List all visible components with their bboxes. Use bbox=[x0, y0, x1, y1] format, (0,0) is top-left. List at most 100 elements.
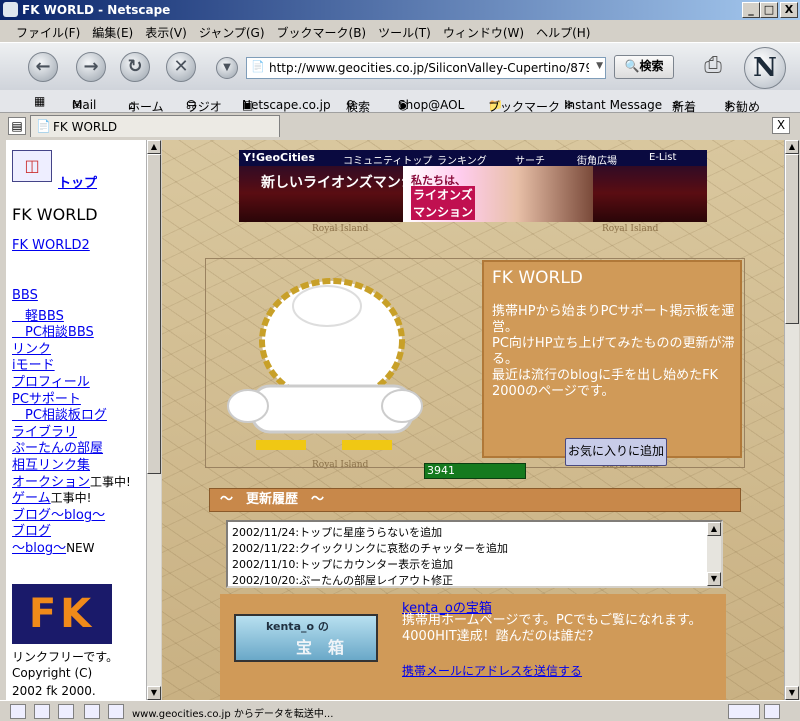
menu-view[interactable]: 表示(V) bbox=[139, 20, 193, 41]
scroll-down-arrow[interactable]: ▼ bbox=[147, 686, 161, 700]
url-dropdown-icon[interactable]: ▼ bbox=[596, 61, 603, 71]
close-tab-button[interactable]: X bbox=[772, 117, 790, 134]
menu-go[interactable]: ジャンプ(G) bbox=[193, 20, 271, 41]
banner-nav-search[interactable]: サーチ bbox=[515, 152, 545, 167]
menu-bar: ファイル(F) 編集(E) 表示(V) ジャンプ(G) ブックマーク(B) ツール(T) ウ… bbox=[0, 20, 800, 42]
banner-nav-community[interactable]: コミュニティトップ bbox=[343, 152, 432, 167]
home-tab-icon[interactable]: ▦ bbox=[34, 94, 45, 108]
banner-nav-plaza[interactable]: 街角広場 bbox=[577, 152, 617, 167]
composer-status-icon[interactable] bbox=[58, 704, 74, 719]
history-entry: 2002/10/20:ぷーたんの部屋レイアウト修正 bbox=[232, 574, 454, 587]
sidebar-top-link[interactable]: トップ bbox=[58, 172, 97, 191]
bookmark-label: Netscape.co.jp bbox=[242, 98, 331, 112]
menu-window[interactable]: ウィンドウ(W) bbox=[437, 20, 530, 41]
kenta-banner-line2: 宝 箱 bbox=[296, 638, 345, 657]
address-book-icon[interactable] bbox=[84, 704, 100, 719]
scroll-down-arrow[interactable]: ▼ bbox=[785, 686, 799, 700]
maximize-button[interactable]: □ bbox=[760, 2, 778, 18]
back-button[interactable]: ← bbox=[28, 52, 58, 82]
kenta-banner[interactable]: kenta_o の 宝 箱 bbox=[234, 614, 378, 662]
sidebar-item-status: NEW bbox=[66, 541, 95, 555]
copyright-year: 2002 fk 2000. bbox=[12, 684, 96, 698]
history-entry: 2002/11/10:トップにカウンター表示を追加 bbox=[232, 558, 454, 571]
forward-button[interactable]: → bbox=[76, 52, 106, 82]
main-content-frame: Royal Island Royal Island Royal Island R… bbox=[162, 140, 784, 700]
history-list[interactable]: 2002/11/24:トップに星座うらないを追加 2002/11/22:クイック… bbox=[226, 520, 723, 588]
page-icon: 📄 bbox=[36, 119, 51, 133]
banner-nav-elist[interactable]: E-List bbox=[649, 152, 676, 163]
menu-file[interactable]: ファイル(F) bbox=[10, 20, 86, 41]
banner-ad-image[interactable]: 私たちは、 ライオンズ マンション bbox=[403, 166, 593, 222]
magnifier-icon: 🔍 bbox=[624, 59, 640, 73]
map-watermark: Royal Island bbox=[602, 224, 659, 234]
sidebar-scrollbar[interactable]: ▲ ▼ bbox=[146, 140, 161, 700]
history-heading-bar: ～ 更新履歴 ～ bbox=[209, 488, 741, 512]
history-heading: ～ 更新履歴 ～ bbox=[220, 492, 325, 507]
computer-icon[interactable]: ◫ bbox=[12, 150, 52, 182]
scroll-up-arrow[interactable]: ▲ bbox=[707, 522, 721, 536]
netscape-logo[interactable]: N bbox=[744, 47, 786, 89]
tab-label: FK WORLD bbox=[53, 120, 118, 134]
scroll-up-arrow[interactable]: ▲ bbox=[147, 140, 161, 154]
back-arrow-icon: ← bbox=[35, 56, 51, 77]
sidebar-item-status: 工事中! bbox=[90, 474, 131, 489]
scroll-down-arrow[interactable]: ▼ bbox=[707, 572, 721, 586]
sidebar-item-link[interactable]: BBS bbox=[12, 288, 38, 303]
chevron-down-icon: ▼ bbox=[223, 62, 231, 73]
stop-button[interactable]: ✕ bbox=[166, 52, 196, 82]
url-bar[interactable]: 📄 ▼ bbox=[246, 57, 606, 79]
search-button[interactable]: 🔍検索 bbox=[614, 55, 674, 79]
lock-icon bbox=[764, 704, 780, 719]
intro-box: FK WORLD 携帯HPから始まりPCサポート掲示板を運営。 PC向けHP立ち… bbox=[482, 260, 742, 466]
personal-toolbar: ▦ ✉ Mail ⌂ ホーム ☊ ラジオ ▣ Netscape.co.jp ⚲ … bbox=[0, 90, 800, 114]
navigation-toolbar: ← → ↻ ✕ ▼ 📄 ▼ 🔍検索 ⎙ N bbox=[0, 42, 800, 92]
hit-counter: 3941 bbox=[424, 463, 526, 479]
intro-paragraph-2: PC向けHP立ち上げてみたものの更新が滞る。 bbox=[492, 336, 735, 367]
url-input[interactable] bbox=[267, 58, 591, 78]
send-mail-link[interactable]: 携帯メールにアドレスを送信する bbox=[402, 662, 582, 679]
navigator-status-icon[interactable] bbox=[34, 704, 50, 719]
forward-arrow-icon: → bbox=[83, 56, 99, 77]
history-scrollbar[interactable]: ▲ ▼ bbox=[707, 522, 721, 586]
fk-logo: FK bbox=[12, 584, 112, 644]
history-entry: 2002/11/24:トップに星座うらないを追加 bbox=[232, 526, 443, 539]
new-tab-icon[interactable]: ▤ bbox=[8, 117, 26, 135]
netscape-app-icon bbox=[3, 2, 18, 17]
minimize-button[interactable]: _ bbox=[742, 2, 760, 18]
main-scrollbar[interactable]: ▲ ▼ bbox=[784, 140, 799, 700]
scroll-thumb[interactable] bbox=[147, 154, 161, 474]
connection-icon bbox=[728, 704, 760, 719]
stop-icon: ✕ bbox=[173, 56, 189, 77]
geocities-logo[interactable]: Y!GeoCities bbox=[243, 151, 315, 164]
url-history-button[interactable]: ▼ bbox=[216, 57, 238, 79]
menu-edit[interactable]: 編集(E) bbox=[86, 20, 139, 41]
sidebar-item-fk-world2[interactable]: FK WORLD2 bbox=[12, 238, 90, 253]
tab-bar: ▤ 📄 FK WORLD X bbox=[0, 113, 800, 137]
window-title: FK WORLD - Netscape bbox=[22, 3, 171, 17]
intro-paragraph-3: 最近は流行のblogに手を出し始めたFK 2000のページです。 bbox=[492, 368, 719, 399]
bookmark-label: Mail bbox=[72, 98, 97, 112]
sidebar-item-link[interactable]: ～blog～ bbox=[12, 541, 66, 556]
menu-help[interactable]: ヘルプ(H) bbox=[530, 20, 596, 41]
scroll-up-arrow[interactable]: ▲ bbox=[785, 140, 799, 154]
banner-nav-ranking[interactable]: ランキング bbox=[437, 152, 487, 167]
bookmark-label: Instant Message bbox=[564, 98, 663, 112]
menu-tools[interactable]: ツール(T) bbox=[372, 20, 437, 41]
tab-fk-world[interactable]: 📄 FK WORLD bbox=[30, 115, 280, 137]
reload-button[interactable]: ↻ bbox=[120, 52, 150, 82]
close-window-button[interactable]: X bbox=[780, 2, 798, 18]
menu-bookmarks[interactable]: ブックマーク(B) bbox=[271, 20, 373, 41]
geocities-banner[interactable]: Y!GeoCities コミュニティトップ ランキング サーチ 街角広場 E-L… bbox=[239, 150, 707, 222]
print-icon[interactable]: ⎙ bbox=[696, 51, 730, 81]
window-title-bar[interactable]: FK WORLD - Netscape _ □ X bbox=[0, 0, 800, 20]
intro-paragraph-1: 携帯HPから始まりPCサポート掲示板を運営。 bbox=[492, 304, 735, 335]
add-favorite-button[interactable]: お気に入りに追加 bbox=[565, 438, 667, 466]
scroll-thumb[interactable] bbox=[785, 154, 799, 324]
intro-text: 携帯HPから始まりPCサポート掲示板を運営。 PC向けHP立ち上げてみたものの更… bbox=[492, 304, 736, 400]
sidebar-item: BBS bbox=[12, 288, 38, 303]
mail-status-icon[interactable] bbox=[10, 704, 26, 719]
kenta-description: 携帯用ホームページです。PCでもご覧になれます。4000HIT達成！踏んだのは誰… bbox=[402, 613, 702, 644]
security-icon[interactable] bbox=[108, 704, 124, 719]
search-button-label: 検索 bbox=[639, 59, 664, 73]
ad-line2: ライオンズ bbox=[411, 186, 475, 203]
